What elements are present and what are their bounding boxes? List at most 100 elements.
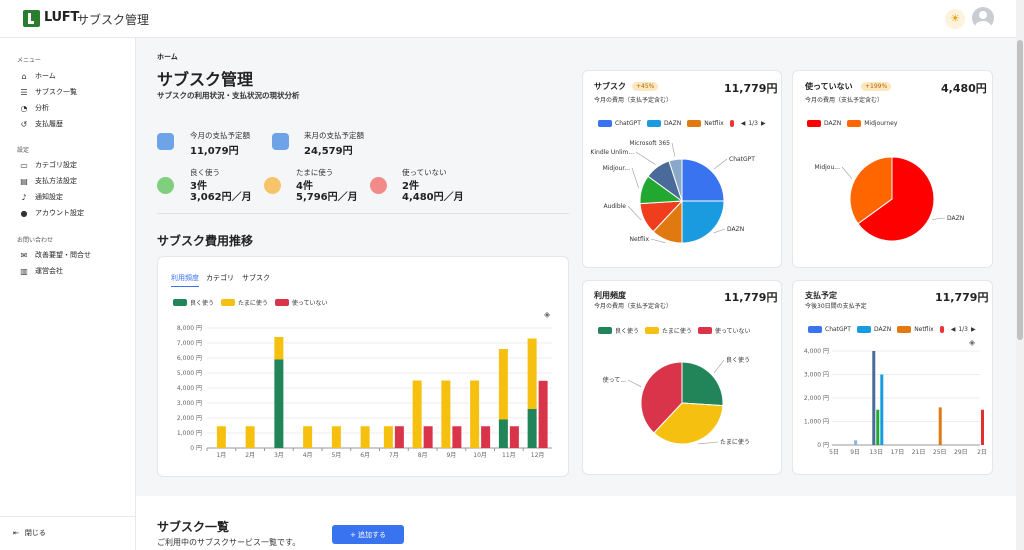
y-tick-label: 6,000 円	[177, 355, 202, 362]
legend-swatch	[645, 327, 660, 334]
breadcrumb[interactable]: ホーム	[157, 52, 178, 62]
pie-leader-line	[713, 228, 726, 234]
x-tick-label: 13日	[869, 449, 883, 456]
add-subscription-button[interactable]: + 追加する	[332, 525, 404, 544]
legend-label: たまに使う	[238, 300, 268, 307]
x-tick-label: 11月	[502, 452, 516, 459]
sidebar-item-home[interactable]: ⌂ ホーム	[19, 69, 55, 83]
legend-page: 1/3	[958, 326, 968, 333]
pie-leader-line	[713, 158, 728, 170]
pie-label: 使って...	[603, 376, 627, 384]
legend-swatch	[697, 327, 712, 334]
sidebar-item-subscriptions[interactable]: ☰ サブスク一覧	[19, 85, 77, 99]
sidebar-item-analysis[interactable]: ◔ 分析	[19, 101, 50, 115]
bar-sometimes	[441, 380, 451, 448]
legend-label: Netflix	[914, 326, 934, 333]
tab-frequency[interactable]: 利用頻度	[171, 273, 199, 287]
bar-unused	[509, 426, 519, 448]
calendar-icon	[157, 133, 174, 150]
pie-label: Midjou...	[814, 164, 840, 171]
luft-logo-icon	[23, 10, 40, 27]
subs-legend: ChatGPT DAZN Netflix ◀ 1/3 ▶	[598, 120, 766, 127]
next-page-icon[interactable]: ▶	[971, 326, 976, 333]
pie-label: Midjour...	[603, 165, 631, 172]
sidebar-item-company[interactable]: ▥ 運営会社	[19, 264, 63, 278]
folder-icon: ▭	[20, 160, 28, 170]
x-tick-label: 2月	[245, 452, 255, 459]
sun-icon[interactable]: ☀	[945, 9, 965, 29]
pie-leader-line	[635, 151, 656, 165]
pie-leader-line	[627, 205, 642, 221]
calendar-icon	[272, 133, 289, 150]
home-icon: ⌂	[21, 71, 27, 81]
unused-sub: 今月の費用（支払予定含む）	[805, 97, 884, 104]
unused-card-title: 使っていない	[805, 82, 853, 91]
bar-unused	[394, 426, 404, 448]
legend-label: ChatGPT	[825, 326, 851, 333]
pie-leader-line	[841, 166, 853, 179]
schedule-bar	[938, 407, 942, 445]
scrollbar-thumb[interactable]	[1017, 40, 1023, 340]
bar-good	[498, 419, 508, 448]
building-icon: ▥	[20, 266, 28, 276]
bar-sometimes	[412, 380, 422, 448]
schedule-bar	[876, 409, 880, 445]
tab-subscription[interactable]: サブスク	[242, 273, 270, 283]
prev-page-icon[interactable]: ◀	[951, 326, 956, 333]
next-page-icon[interactable]: ▶	[761, 120, 766, 127]
y-tick-label: 2,000 円	[177, 415, 202, 422]
x-tick-label: 6月	[360, 452, 370, 459]
section-divider	[157, 213, 569, 214]
pie-leader-line	[631, 167, 640, 189]
sidebar-item-history[interactable]: ↺ 支払履歴	[19, 117, 63, 131]
legend-swatch	[897, 326, 912, 333]
frequency-amount: 11,779円	[724, 291, 778, 304]
legend-swatch	[221, 299, 236, 306]
subs-pie-chart: ChatGPT DAZN Netflix Audible Midjour... Kindl…	[590, 140, 755, 244]
x-tick-label: 4月	[303, 452, 313, 459]
legend-label: 使っていない	[291, 300, 328, 307]
subs-card-title: サブスク	[594, 82, 626, 91]
y-tick-label: 4,000 円	[804, 348, 829, 355]
pie-leader-line	[627, 379, 642, 388]
trend-title: サブスク費用推移	[157, 234, 254, 248]
next-month-value: 24,579円	[304, 146, 353, 157]
pie-leader-line	[671, 142, 676, 157]
x-tick-label: 17日	[891, 449, 905, 456]
page-subtitle: サブスクの利用状況・支払状況の現状分析	[157, 91, 300, 100]
layers-icon[interactable]: ◈	[544, 310, 550, 319]
x-icon	[370, 177, 387, 194]
pie-leader-line	[650, 238, 666, 244]
subs-amount: 11,779円	[724, 82, 778, 95]
prev-page-icon[interactable]: ◀	[741, 120, 746, 127]
schedule-bar-chart: 0 円 1,000 円 2,000 円 3,000 円 4,000 円 5日 9日 13日 17…	[804, 348, 987, 456]
bar-sometimes	[331, 426, 341, 448]
y-tick-label: 4,000 円	[177, 385, 202, 392]
bar-unused	[538, 380, 548, 448]
bar-sometimes	[470, 380, 480, 448]
bell-icon: ♪	[21, 192, 27, 202]
y-tick-label: 7,000 円	[177, 340, 202, 347]
pie-chart-icon: ◔	[20, 103, 28, 113]
x-tick-label: 10月	[473, 452, 487, 459]
legend-label: たまに使う	[662, 328, 692, 335]
tab-category[interactable]: カテゴリ	[206, 273, 234, 283]
legend-label: DAZN	[663, 120, 682, 127]
pause-icon	[264, 177, 281, 194]
collapse-icon: ⇤	[13, 529, 19, 537]
pie-leader-line	[698, 441, 719, 445]
schedule-bar	[880, 374, 884, 445]
user-avatar-icon[interactable]	[972, 7, 994, 29]
app-header	[0, 0, 1016, 38]
close-sidebar-button[interactable]: ⇤ 閉じる	[13, 528, 46, 538]
y-tick-label: 3,000 円	[804, 372, 829, 379]
sidebar-item-account-settings[interactable]: ● アカウント設定	[19, 206, 85, 220]
x-tick-label: 9日	[850, 449, 860, 456]
trend-legend: 良く使う たまに使う 使っていない	[173, 298, 328, 307]
sidebar-item-feedback[interactable]: ✉ 改善要望・問合せ	[19, 248, 91, 262]
legend-label: Midjourney	[864, 120, 898, 127]
sidebar-item-category-settings[interactable]: ▭ カテゴリ設定	[19, 158, 77, 172]
schedule-card-title: 支払予定	[805, 291, 837, 300]
sidebar-item-notification-settings[interactable]: ♪ 通知設定	[19, 190, 63, 204]
sidebar-item-payment-settings[interactable]: ▤ 支払方法設定	[19, 174, 77, 188]
